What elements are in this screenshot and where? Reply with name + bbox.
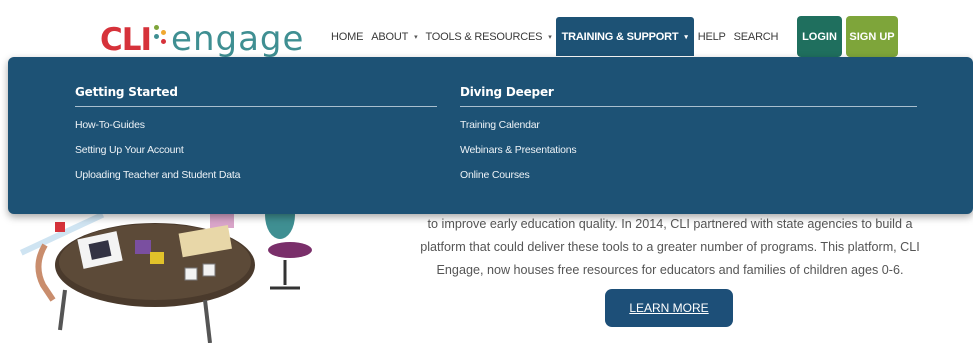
dropdown-column-getting-started: Getting Started How-To-Guides Setting Up…	[75, 85, 437, 188]
nav-help[interactable]: HELP	[694, 17, 730, 56]
nav-search[interactable]: SEARCH	[730, 17, 783, 56]
login-button[interactable]: LOGIN	[797, 16, 842, 57]
cli-engage-logo[interactable]: CLI engage	[100, 10, 304, 59]
column-heading: Diving Deeper	[460, 85, 917, 107]
menu-link-uploading-data[interactable]: Uploading Teacher and Student Data	[75, 163, 437, 188]
nav-help-label: HELP	[697, 30, 726, 43]
learn-more-button[interactable]: LEARN MORE	[605, 289, 733, 327]
nav-tools-label: TOOLS & RESOURCES	[425, 30, 543, 43]
menu-link-online-courses[interactable]: Online Courses	[460, 163, 917, 188]
chevron-down-icon: ▾	[684, 33, 688, 41]
nav-training-support[interactable]: TRAINING & SUPPORT ▾	[555, 17, 694, 56]
menu-link-webinars[interactable]: Webinars & Presentations	[460, 138, 917, 163]
logo-engage-text: engage	[171, 19, 305, 59]
about-line: platform that could deliver these tools …	[420, 240, 920, 254]
menu-link-training-calendar[interactable]: Training Calendar	[460, 113, 917, 138]
nav-about[interactable]: ABOUT ▾	[367, 17, 421, 56]
menu-link-setting-up-account[interactable]: Setting Up Your Account	[75, 138, 437, 163]
about-line: to improve early education quality. In 2…	[427, 217, 913, 231]
chevron-down-icon: ▾	[414, 33, 418, 41]
nav-search-label: SEARCH	[733, 30, 779, 43]
about-paragraph: to improve early education quality. In 2…	[370, 213, 970, 282]
nav-training-label: TRAINING & SUPPORT	[561, 30, 679, 43]
logo-cli-text: CLI	[100, 22, 152, 58]
column-heading: Getting Started	[75, 85, 437, 107]
chevron-down-icon: ▾	[548, 33, 552, 41]
about-line: Engage, now houses free resources for ed…	[436, 263, 904, 277]
signup-button[interactable]: SIGN UP	[846, 16, 898, 57]
site-header: CLI engage HOME ABOUT ▾ TOOLS & RESOURCE…	[0, 0, 973, 59]
nav-home-label: HOME	[331, 30, 364, 43]
nav-tools-resources[interactable]: TOOLS & RESOURCES ▾	[421, 17, 555, 56]
logo-dots-icon	[151, 10, 171, 50]
training-support-dropdown: Getting Started How-To-Guides Setting Up…	[8, 57, 973, 214]
menu-link-how-to-guides[interactable]: How-To-Guides	[75, 113, 437, 138]
dropdown-column-diving-deeper: Diving Deeper Training Calendar Webinars…	[460, 85, 917, 188]
main-nav: HOME ABOUT ▾ TOOLS & RESOURCES ▾ TRAININ…	[327, 17, 782, 56]
nav-home[interactable]: HOME	[327, 17, 367, 56]
nav-about-label: ABOUT	[371, 30, 409, 43]
